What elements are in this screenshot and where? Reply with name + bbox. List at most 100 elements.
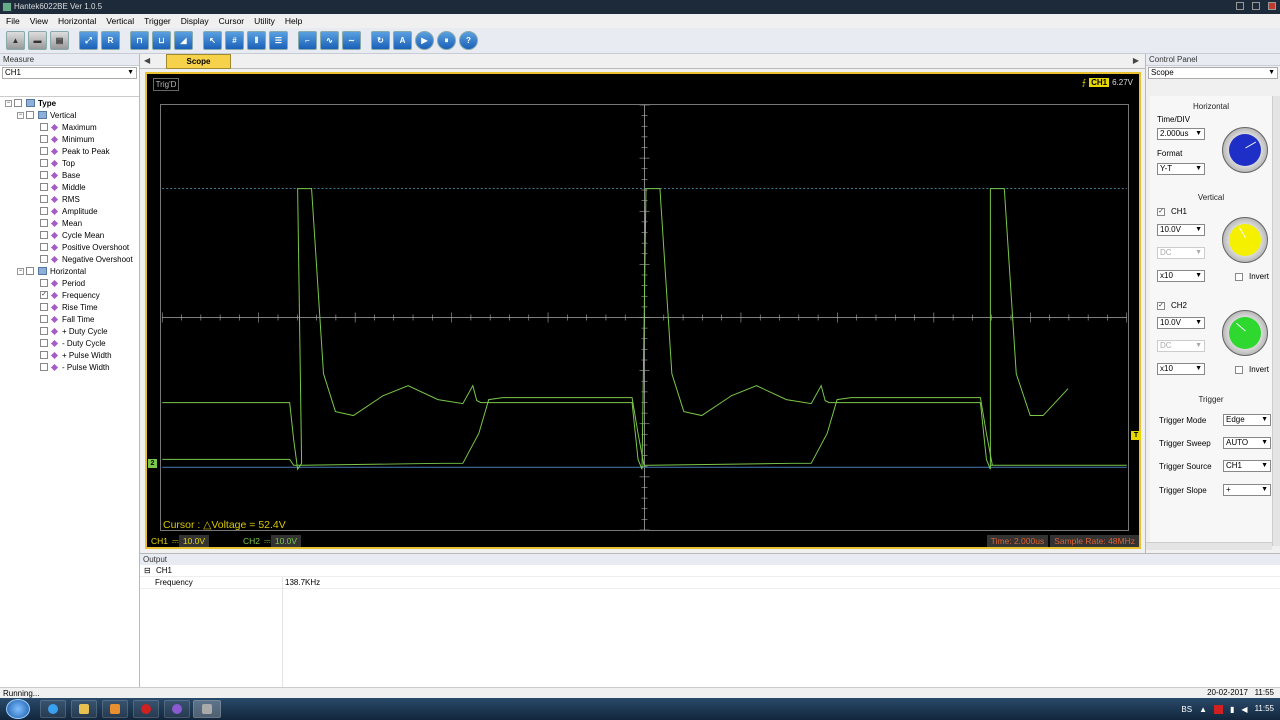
measure-item[interactable]: - Duty Cycle: [0, 337, 139, 349]
time-div-knob[interactable]: [1222, 127, 1268, 173]
checkbox-icon[interactable]: [40, 171, 48, 179]
tab-scope[interactable]: Scope: [166, 54, 231, 69]
collapse-icon[interactable]: −: [17, 111, 24, 119]
taskbar-ie-icon[interactable]: [40, 700, 66, 718]
collapse-icon[interactable]: −: [17, 267, 24, 275]
print-button[interactable]: ▤: [50, 31, 69, 50]
ch2-volts-select[interactable]: 10.0V ▼: [1157, 317, 1205, 329]
measure-item[interactable]: Peak to Peak: [0, 145, 139, 157]
checkbox-icon[interactable]: [40, 315, 48, 323]
checkbox-icon[interactable]: [40, 255, 48, 263]
vertical-cursor-button[interactable]: ⫴: [247, 31, 266, 50]
menu-utility[interactable]: Utility: [254, 16, 275, 26]
clock[interactable]: 11:55: [1255, 704, 1274, 714]
help-button[interactable]: ?: [459, 31, 478, 50]
ch1-coupling-select[interactable]: DC ▼: [1157, 247, 1205, 259]
collapse-icon[interactable]: ⊟: [144, 565, 151, 577]
measure-item[interactable]: Maximum: [0, 121, 139, 133]
ch2-coupling-select[interactable]: DC ▼: [1157, 340, 1205, 352]
checkbox-icon[interactable]: [40, 339, 48, 347]
taskbar-explorer-icon[interactable]: [71, 700, 97, 718]
language-indicator[interactable]: BS: [1181, 705, 1192, 714]
open-button[interactable]: ▲: [6, 31, 25, 50]
menu-cursor[interactable]: Cursor: [219, 16, 245, 26]
checkbox-icon[interactable]: [40, 231, 48, 239]
format-select[interactable]: Y-T ▼: [1157, 163, 1205, 175]
ch1-invert-checkbox[interactable]: Invert: [1235, 272, 1269, 281]
taskbar-media-icon[interactable]: [102, 700, 128, 718]
menu-view[interactable]: View: [30, 16, 48, 26]
measure-item[interactable]: Period: [0, 277, 139, 289]
taskbar-opera-icon[interactable]: [133, 700, 159, 718]
checkbox-icon[interactable]: [40, 183, 48, 191]
checkbox-icon[interactable]: [40, 159, 48, 167]
start-button[interactable]: [6, 699, 30, 719]
network-icon[interactable]: ▮: [1230, 705, 1234, 714]
measure-item[interactable]: ✓ Frequency: [0, 289, 139, 301]
horizontal-cursor-button[interactable]: ☰: [269, 31, 288, 50]
checkbox-icon[interactable]: ✓: [40, 291, 48, 299]
menu-horizontal[interactable]: Horizontal: [58, 16, 96, 26]
ramp-button[interactable]: ◢: [174, 31, 193, 50]
save-button[interactable]: ▬: [28, 31, 47, 50]
cursor-select-button[interactable]: ↖: [203, 31, 222, 50]
trigger-mode-select[interactable]: Edge ▼: [1223, 414, 1271, 426]
ch2-volts-knob[interactable]: [1222, 310, 1268, 356]
checkbox-icon[interactable]: [40, 147, 48, 155]
control-panel-vscroll[interactable]: [1272, 96, 1280, 546]
checkbox-icon[interactable]: [40, 351, 48, 359]
refresh-button[interactable]: ↻: [371, 31, 390, 50]
measure-item[interactable]: Amplitude: [0, 205, 139, 217]
taskbar-hantek-icon[interactable]: [193, 700, 221, 718]
checkbox-icon[interactable]: [26, 267, 34, 275]
ch2-marker[interactable]: 2: [148, 459, 157, 468]
measure-item[interactable]: Mean: [0, 217, 139, 229]
single-trigger-button[interactable]: ⊓: [130, 31, 149, 50]
checkbox-icon[interactable]: [40, 219, 48, 227]
tree-group-vertical[interactable]: − Vertical: [0, 109, 139, 121]
ch2-enable-checkbox[interactable]: ✓ CH2: [1157, 301, 1187, 310]
tab-scroll-right-icon[interactable]: ▶: [1133, 56, 1139, 65]
minimize-icon[interactable]: [1236, 2, 1244, 10]
checkbox-icon[interactable]: [40, 135, 48, 143]
antivirus-icon[interactable]: [1214, 704, 1223, 714]
measure-item[interactable]: Minimum: [0, 133, 139, 145]
measure-item[interactable]: Fall Time: [0, 313, 139, 325]
play-button[interactable]: ▶: [415, 31, 434, 50]
ch1-enable-checkbox[interactable]: ✓ CH1: [1157, 207, 1187, 216]
checkbox-icon[interactable]: [40, 363, 48, 371]
checkbox-icon[interactable]: [40, 303, 48, 311]
checkbox-icon[interactable]: [40, 243, 48, 251]
menu-display[interactable]: Display: [181, 16, 209, 26]
collapse-icon[interactable]: −: [5, 99, 12, 107]
menu-trigger[interactable]: Trigger: [144, 16, 171, 26]
output-channel-row[interactable]: ⊟ CH1: [140, 565, 1280, 577]
measure-item[interactable]: Middle: [0, 181, 139, 193]
pause-button[interactable]: ⏸: [437, 31, 456, 50]
control-mode-select[interactable]: Scope ▼: [1148, 67, 1278, 79]
time-div-select[interactable]: 2.000us ▼: [1157, 128, 1205, 140]
menu-vertical[interactable]: Vertical: [106, 16, 134, 26]
tab-scroll-left-icon[interactable]: ◀: [144, 56, 150, 65]
menu-help[interactable]: Help: [285, 16, 302, 26]
edge-trigger-button[interactable]: ⌐: [298, 31, 317, 50]
measure-item[interactable]: RMS: [0, 193, 139, 205]
trigger-sweep-select[interactable]: AUTO ▼: [1223, 437, 1271, 449]
measure-channel-select[interactable]: CH1 ▼: [2, 67, 137, 79]
ch2-probe-select[interactable]: x10 ▼: [1157, 363, 1205, 375]
checkbox-icon[interactable]: [14, 99, 22, 107]
measure-item[interactable]: Negative Overshoot: [0, 253, 139, 265]
measure-item[interactable]: + Duty Cycle: [0, 325, 139, 337]
maximize-icon[interactable]: [1252, 2, 1260, 10]
reset-button[interactable]: R: [101, 31, 120, 50]
trigger-source-select[interactable]: CH1 ▼: [1223, 460, 1271, 472]
signal-button[interactable]: ∿: [320, 31, 339, 50]
close-icon[interactable]: [1268, 2, 1276, 10]
output-row[interactable]: Frequency 138.7KHz: [140, 577, 1280, 589]
scope-display[interactable]: Trig'D ⨍ CH1 6.27V 2 T Cursor : △Voltage…: [145, 72, 1141, 549]
sine-button[interactable]: ∼: [342, 31, 361, 50]
auto-scale-button[interactable]: ⤢: [79, 31, 98, 50]
waveform-plot[interactable]: [160, 104, 1129, 531]
menu-file[interactable]: File: [6, 16, 20, 26]
checkbox-icon[interactable]: [26, 111, 34, 119]
